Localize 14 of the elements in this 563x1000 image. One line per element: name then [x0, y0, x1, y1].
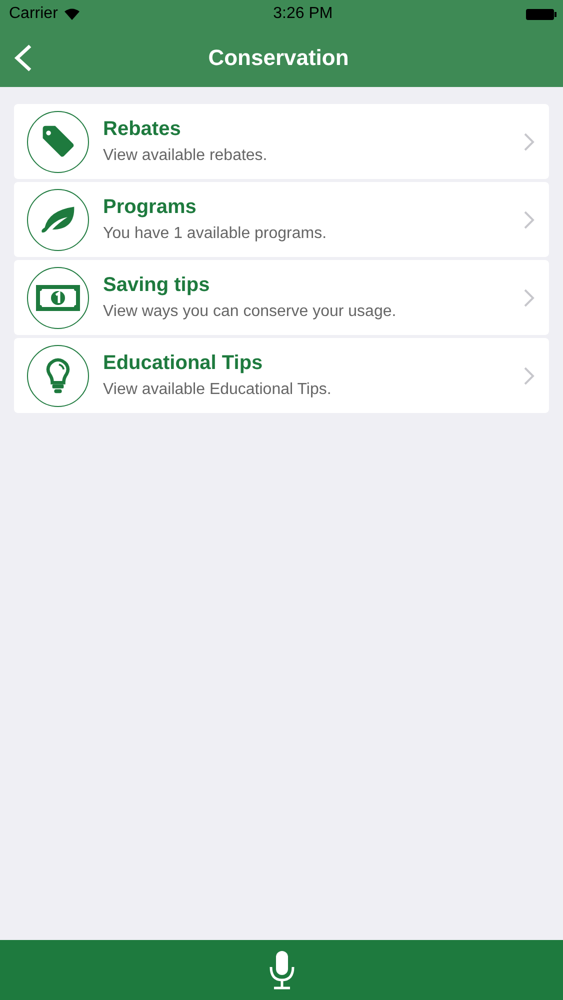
- carrier-label: Carrier: [9, 5, 58, 23]
- menu-item[interactable]: Rebates View available rebates.: [14, 104, 549, 179]
- clock: 3:26 PM: [273, 5, 333, 23]
- battery-icon: [526, 8, 557, 20]
- chevron-icon: [523, 288, 535, 308]
- menu-item[interactable]: Programs You have 1 available programs.: [14, 182, 549, 257]
- screen-title: Conservation: [207, 44, 350, 70]
- wifi-icon: [64, 8, 80, 20]
- chevron-icon: [523, 132, 535, 152]
- chevron-icon: [523, 366, 535, 386]
- banknote-icon: [36, 282, 80, 312]
- chevron-icon: [523, 210, 535, 230]
- menu-item[interactable]: Educational Tips View available Educational Tips.: [14, 338, 549, 413]
- menu-item[interactable]: Saving tips View ways you can conserve your usage.: [14, 260, 549, 335]
